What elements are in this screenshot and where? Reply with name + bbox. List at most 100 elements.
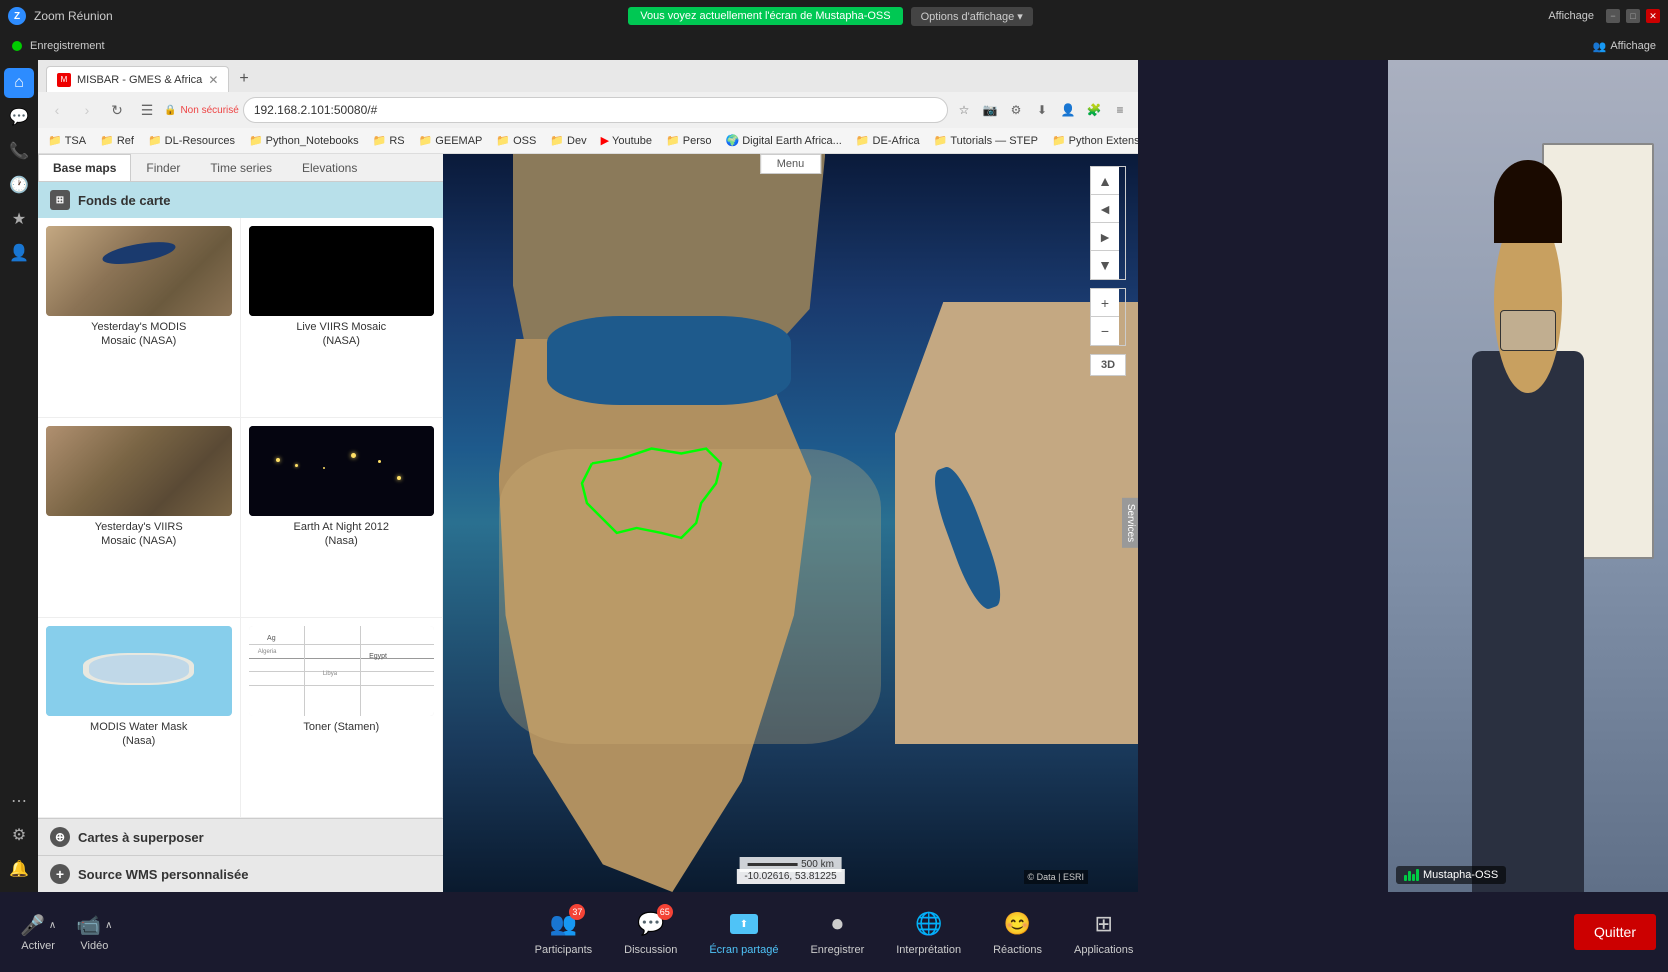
participants-button[interactable]: 👥 37 Participants	[519, 900, 608, 964]
pan-left-button[interactable]: ◄	[1091, 195, 1119, 223]
ecran-partage-button[interactable]: ⬆ Écran partagé	[693, 900, 794, 964]
bookmark-oss[interactable]: 📁OSS	[492, 133, 540, 148]
close-button[interactable]: ✕	[1646, 9, 1660, 23]
settings-icon[interactable]: ⚙	[1004, 98, 1028, 122]
video-control[interactable]: 📹 ∧ Vidéo	[68, 909, 120, 956]
pan-up-button[interactable]: ▲	[1091, 167, 1119, 195]
taskbar-left: 🎤 ∧ Activer 📹 ∧ Vidéo	[12, 909, 120, 956]
3d-button-container: 3D	[1090, 350, 1126, 376]
menu-icon[interactable]: ≡	[1108, 98, 1132, 122]
sidebar-chat-icon[interactable]: 💬	[4, 102, 34, 132]
ecran-partage-label: Écran partagé	[709, 944, 778, 956]
zoom-controls: + −	[1090, 288, 1126, 346]
bookmark-python-ext[interactable]: 📁Python Extension P...	[1048, 133, 1138, 148]
basemap-viirs-yesterday[interactable]: Yesterday's VIIRSMosaic (NASA)	[38, 418, 241, 618]
bookmark-de-africa[interactable]: 📁DE-Africa	[852, 133, 924, 148]
enregistrer-button[interactable]: ⏺ Enregistrer	[794, 900, 880, 964]
maximize-button[interactable]: □	[1626, 9, 1640, 23]
participant-video-panel: Mustapha-OSS	[1388, 60, 1668, 892]
bookmark-dev[interactable]: 📁Dev	[546, 133, 590, 148]
bookmark-ref[interactable]: 📁Ref	[96, 133, 138, 148]
map-container[interactable]: Base maps Finder Time series Elevations …	[38, 154, 1138, 892]
bookmark-tutorials[interactable]: 📁Tutorials — STEP	[930, 133, 1042, 148]
basemap-thumb-viirs-live	[249, 226, 435, 316]
screen-sharing-banner: Vous voyez actuellement l'écran de Musta…	[628, 7, 902, 25]
bookmark-dl[interactable]: 📁DL-Resources	[144, 133, 239, 148]
quit-button[interactable]: Quitter	[1574, 914, 1656, 950]
3d-button[interactable]: 3D	[1090, 354, 1126, 376]
url-bar[interactable]	[243, 97, 948, 123]
home-button[interactable]: ☰	[134, 97, 160, 123]
activer-control[interactable]: 🎤 ∧ Activer	[12, 909, 64, 956]
sidebar-settings-icon[interactable]: ⚙	[4, 820, 34, 850]
basemap-modis[interactable]: Yesterday's MODISMosaic (NASA)	[38, 218, 241, 418]
new-tab-button[interactable]: +	[229, 66, 259, 92]
back-button[interactable]: ‹	[44, 97, 70, 123]
download-icon[interactable]: ⬇	[1030, 98, 1054, 122]
discussion-button[interactable]: 💬 65 Discussion	[608, 900, 693, 964]
enregistrer-label: Enregistrer	[810, 944, 864, 956]
extensions-icon[interactable]: 🧩	[1082, 98, 1106, 122]
discussion-badge: 65	[657, 904, 673, 920]
discussion-icon: 💬 65	[635, 908, 667, 940]
applications-button[interactable]: ⊞ Applications	[1058, 900, 1149, 964]
tab-close-button[interactable]: ✕	[208, 73, 218, 87]
participants-label: Participants	[535, 944, 592, 956]
pan-controls: ▲ ◄ ► ▼	[1090, 166, 1126, 280]
tab-base-maps[interactable]: Base maps	[38, 154, 131, 181]
title-bar: Z Zoom Réunion Vous voyez actuellement l…	[0, 0, 1668, 32]
sidebar-home-icon[interactable]: ⌂	[4, 68, 34, 98]
basemap-toner[interactable]: Ag Algeria Libya Egypt Toner (Stamen)	[241, 618, 444, 818]
map-view[interactable]: Menu ▲ ◄ ► ▼ + − 3D	[443, 154, 1138, 892]
non-secure-label: Non sécurisé	[180, 105, 238, 116]
reactions-button[interactable]: 😊 Réactions	[977, 900, 1058, 964]
services-label[interactable]: Services	[1122, 498, 1138, 548]
pan-down-button[interactable]: ▼	[1091, 251, 1119, 279]
applications-label: Applications	[1074, 944, 1133, 956]
sidebar-clock-icon[interactable]: 🕐	[4, 170, 34, 200]
camera-icon[interactable]: 📷	[978, 98, 1002, 122]
sidebar-contacts-icon[interactable]: 👤	[4, 238, 34, 268]
bookmark-digitalearthafrica[interactable]: 🌍Digital Earth Africa...	[721, 133, 845, 148]
basemap-water[interactable]: MODIS Water Mask(Nasa)	[38, 618, 241, 818]
display-options-button[interactable]: Options d'affichage ▾	[911, 7, 1033, 26]
bookmark-icon[interactable]: ☆	[952, 98, 976, 122]
bookmark-tsa[interactable]: 📁TSA	[44, 133, 90, 148]
pan-right-button[interactable]: ►	[1091, 223, 1119, 251]
bookmark-python[interactable]: 📁Python_Notebooks	[245, 133, 363, 148]
cartes-superposer-header[interactable]: ⊕ Cartes à superposer	[38, 818, 443, 855]
sidebar-star-icon[interactable]: ★	[4, 204, 34, 234]
map-menu-button[interactable]: Menu	[760, 154, 822, 174]
fonds-de-carte-label: Fonds de carte	[78, 193, 170, 208]
bookmarks-bar: 📁TSA 📁Ref 📁DL-Resources 📁Python_Notebook…	[38, 128, 1138, 154]
forward-button[interactable]: ›	[74, 97, 100, 123]
tab-finder[interactable]: Finder	[131, 154, 195, 181]
basemap-viirs-live[interactable]: Live VIIRS Mosaic(NASA)	[241, 218, 444, 418]
affichage-label: Affichage	[1548, 10, 1594, 22]
zoom-out-button[interactable]: −	[1091, 317, 1119, 345]
browser-tab[interactable]: M MISBAR - GMES & Africa ✕	[46, 66, 229, 92]
reload-button[interactable]: ↻	[104, 97, 130, 123]
bookmark-perso[interactable]: 📁Perso	[662, 133, 715, 148]
interpretation-icon: 🌐	[913, 908, 945, 940]
source-wms-header[interactable]: + Source WMS personnalisée	[38, 855, 443, 892]
sidebar-more-icon[interactable]: ⋯	[4, 786, 34, 816]
fonds-de-carte-header[interactable]: ⊞ Fonds de carte	[38, 182, 443, 218]
basemap-earth-night[interactable]: Earth At Night 2012(Nasa)	[241, 418, 444, 618]
zoom-in-button[interactable]: +	[1091, 289, 1119, 317]
tab-elevations[interactable]: Elevations	[287, 154, 372, 181]
interpretation-button[interactable]: 🌐 Interprétation	[880, 900, 977, 964]
bookmark-rs[interactable]: 📁RS	[369, 133, 409, 148]
tab-time-series[interactable]: Time series	[195, 154, 287, 181]
profile-icon[interactable]: 👤	[1056, 98, 1080, 122]
bookmark-youtube[interactable]: ▶Youtube	[597, 133, 656, 148]
sidebar-phone-icon[interactable]: 📞	[4, 136, 34, 166]
affichage-right[interactable]: 👥 Affichage	[1593, 40, 1656, 53]
map-footer-panels: ⊕ Cartes à superposer + Source WMS perso…	[38, 818, 443, 892]
sidebar-bell-icon[interactable]: 🔔	[4, 854, 34, 884]
enregistrer-icon: ⏺	[821, 908, 853, 940]
wms-plus-icon: +	[50, 864, 70, 884]
zoom-title: Zoom Réunion	[34, 9, 113, 23]
bookmark-geemap[interactable]: 📁GEEMAP	[415, 133, 487, 148]
minimize-button[interactable]: −	[1606, 9, 1620, 23]
